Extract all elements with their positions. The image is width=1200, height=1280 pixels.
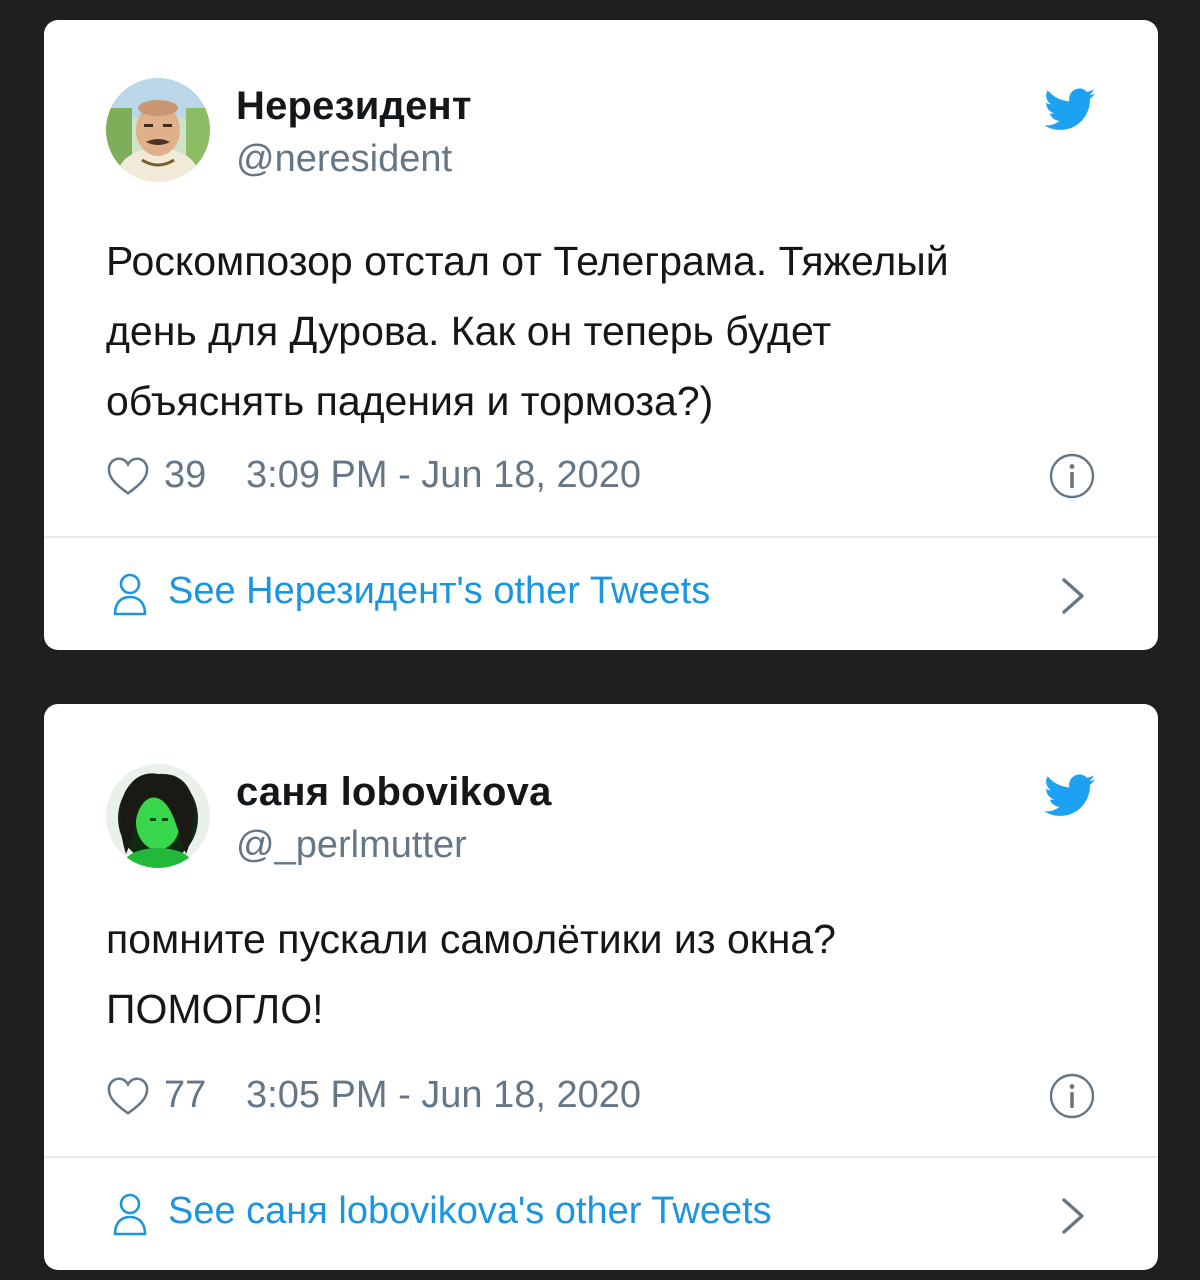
author-name[interactable]: Нерезидент (236, 84, 472, 129)
author-handle[interactable]: @neresident (236, 138, 452, 181)
person-icon (113, 573, 147, 616)
tweet-header: саня lobovikova @_perlmutter (106, 764, 1096, 874)
info-circle-icon[interactable] (1048, 1072, 1096, 1120)
like-count: 39 (164, 454, 207, 496)
chevron-right-icon (1062, 1198, 1084, 1234)
see-other-tweets-label: See Нерезидент's other Tweets (168, 570, 711, 612)
person-icon (113, 1193, 147, 1236)
avatar[interactable] (106, 78, 210, 182)
twitter-bird-icon[interactable] (1044, 774, 1096, 818)
like-count: 77 (164, 1074, 207, 1116)
heart-outline-icon[interactable] (106, 1076, 150, 1116)
see-other-tweets-link[interactable]: See саня lobovikova's other Tweets (44, 1158, 1158, 1270)
tweet-text: помните пускали самолётики из окна? ПОМО… (106, 916, 836, 1032)
tweet-timestamp[interactable]: 3:09 PM - Jun 18, 2020 (246, 454, 641, 497)
twitter-bird-icon[interactable] (1044, 88, 1096, 132)
tweet-card: саня lobovikova @_perlmutter помните пус… (44, 704, 1158, 1270)
tweet-meta: 39 3:09 PM - Jun 18, 2020 (106, 448, 1096, 504)
tweet-meta: 77 3:05 PM - Jun 18, 2020 (106, 1068, 1096, 1124)
tweet-card: Нерезидент @neresident Роскомпозор отста… (44, 20, 1158, 650)
author-name[interactable]: саня lobovikova (236, 770, 552, 815)
chevron-right-icon (1062, 578, 1084, 614)
tweet-header: Нерезидент @neresident (106, 78, 1096, 188)
see-other-tweets-link[interactable]: See Нерезидент's other Tweets (44, 538, 1158, 650)
heart-outline-icon[interactable] (106, 456, 150, 496)
see-other-tweets-label: See саня lobovikova's other Tweets (168, 1190, 772, 1232)
author-handle[interactable]: @_perlmutter (236, 824, 467, 867)
info-circle-icon[interactable] (1048, 452, 1096, 500)
tweet-text: Роскомпозор отстал от Телеграма. Тяжелый… (106, 238, 949, 424)
tweet-timestamp[interactable]: 3:05 PM - Jun 18, 2020 (246, 1074, 641, 1117)
avatar[interactable] (106, 764, 210, 868)
